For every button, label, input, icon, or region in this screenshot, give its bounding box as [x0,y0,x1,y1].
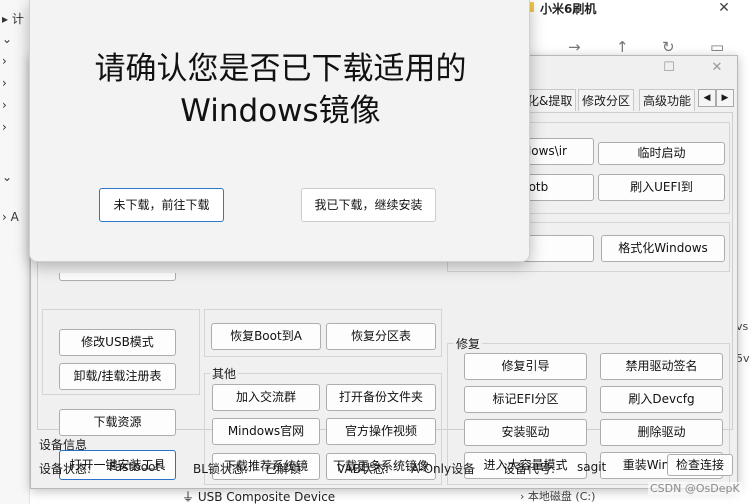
up-arrow-icon[interactable]: ↑ [616,38,629,56]
hidden-button-stub[interactable] [59,273,176,281]
monitor-icon[interactable]: ▭ [710,38,724,56]
usb-mode-button[interactable]: 修改USB模式 [59,329,176,356]
tab-advanced[interactable]: 高级功能 [639,89,696,111]
sidebar-chevron[interactable]: › A [2,210,19,224]
dialog-message-line1: 请确认您是否已下载适用的 [94,51,467,87]
close-icon[interactable]: ✕ [714,0,734,16]
format-windows-button[interactable]: 格式化Windows [601,235,725,262]
drive-item[interactable]: › 本地磁盘 (C:) [520,488,640,504]
fix-boot-button[interactable]: 修复引导 [464,353,587,380]
check-connection-button[interactable]: 检查连接 [667,454,733,476]
tab-modify-partition[interactable]: 修改分区 [578,89,635,111]
device-status-value: Fastboot [109,460,161,474]
close-icon[interactable]: ✕ [706,60,728,78]
dialog-message-line2: Windows镜像 [180,93,381,129]
bl-lock-value: 已解锁 [265,462,302,476]
vab-status-value: A-Only设备 [411,462,476,476]
already-downloaded-button[interactable]: 我已下载，继续安装 [301,188,436,222]
device-info-title: 设备信息 [39,438,88,452]
chevron-right-icon: › [520,490,525,503]
tab-scroll-arrows: ◀ ▶ [698,89,736,107]
join-group-button[interactable]: 加入交流群 [212,384,320,411]
tab-scroll-left-icon[interactable]: ◀ [698,89,716,107]
refresh-icon[interactable]: ↻ [662,38,675,56]
explorer-sidebar: ▸ 计 ⌄ › › › › ⌄ › A [0,0,30,504]
temp-boot-button[interactable]: 临时启动 [598,142,725,165]
disable-driver-signature-button[interactable]: 禁用驱动签名 [600,353,723,380]
registry-button[interactable]: 卸载/挂载注册表 [59,363,176,390]
sidebar-chevron[interactable]: ⌄ [2,170,12,184]
explorer-window-title: 小米6刷机 [540,2,597,16]
usb-plug-icon: ⏚ [182,490,195,504]
restore-boot-button[interactable]: 恢复Boot到A [211,323,321,350]
explorer-right-text: 5v [736,352,750,365]
sidebar-chevron[interactable]: › [2,120,7,134]
bl-lock-label: BL锁状态: [193,462,248,476]
confirm-download-dialog: 请确认您是否已下载适用的 Windows镜像 未下载，前往下载 我已下载，继续安… [29,0,530,262]
not-downloaded-button[interactable]: 未下载，前往下载 [99,188,224,222]
flash-uefi-button[interactable]: 刷入UEFI到 [598,174,725,201]
sidebar-chevron[interactable]: ⌄ [2,32,12,46]
tab-optimize-extract[interactable]: 化&提取 [523,89,577,111]
open-backup-folder-button[interactable]: 打开备份文件夹 [326,384,436,411]
sidebar-chevron[interactable]: › [2,76,7,90]
tab-scroll-right-icon[interactable]: ▶ [716,89,734,107]
maximize-icon[interactable]: ☐ [658,60,680,78]
mark-efi-button[interactable]: 标记EFI分区 [464,386,587,413]
sidebar-chevron[interactable]: › [2,98,7,112]
device-info-section: 设备信息 设备状态: Fastboot BL锁状态: 已解锁 VAB状态: A-… [37,432,733,484]
dialog-message: 请确认您是否已下载适用的 Windows镜像 [40,48,521,132]
restore-partition-button[interactable]: 恢复分区表 [326,323,436,350]
group-other-title: 其他 [210,365,239,382]
usb-device-item[interactable]: ⏚ USB Composite Device [182,488,402,504]
device-status-label: 设备状态: [39,462,92,476]
vab-status-label: VAB状态: [337,462,389,476]
sidebar-chevron[interactable]: › [2,54,7,68]
sidebar-item-computer[interactable]: ▸ 计 [2,10,24,27]
flash-devcfg-button[interactable]: 刷入Devcfg [600,386,723,413]
device-code-value: sagit [577,460,607,474]
device-code-label: 设备代号: [503,462,556,476]
forward-arrow-icon[interactable]: → [568,38,581,56]
csdn-watermark: CSDN @OsDepK [648,482,742,495]
group-repair-title: 修复 [454,335,483,352]
